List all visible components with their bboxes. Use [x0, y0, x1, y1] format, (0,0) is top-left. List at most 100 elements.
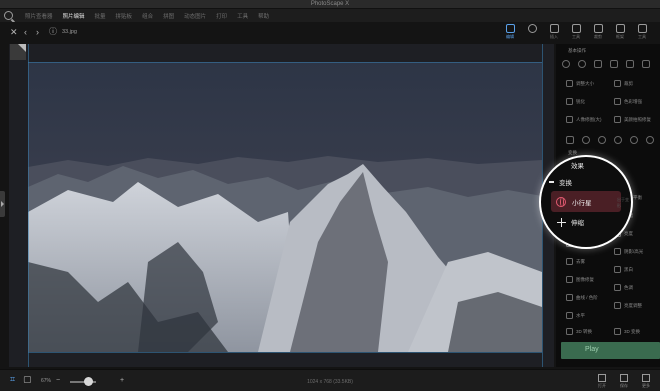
collapse-icon: [549, 181, 554, 183]
portrait-icon: [566, 116, 573, 123]
bw-icon: [614, 266, 621, 273]
panel-section-basic: 基本操作: [568, 48, 586, 53]
info-icon[interactable]: ⓘ: [49, 27, 57, 37]
level-icon: [566, 312, 573, 319]
nav-toolbar: ✕ ‹ › ⓘ 33.jpg: [0, 22, 560, 42]
move-arrows-icon: [557, 217, 566, 227]
tab-editor[interactable]: 照片编辑: [58, 12, 90, 20]
insert-icon: [549, 24, 559, 33]
brightness-adjust-button[interactable]: 亮度调整: [614, 302, 642, 309]
forward-icon[interactable]: ›: [36, 27, 39, 37]
open-button[interactable]: 打开: [592, 374, 612, 389]
tab-help[interactable]: 帮助: [253, 12, 274, 20]
back-icon[interactable]: ‹: [24, 27, 27, 37]
portrait-button[interactable]: 人像修图(大): [566, 116, 602, 123]
filename: 33.jpg: [62, 29, 77, 35]
play-button[interactable]: Play: [561, 342, 660, 359]
tab-gif[interactable]: 动态图片: [179, 12, 211, 20]
mode-tabs: 照片查看器 照片编辑 批量 拼贴板 组合 拼图 动态图片 打印 工具 帮助: [20, 12, 274, 20]
mirror-icon[interactable]: [610, 60, 618, 68]
guide-line-left: [28, 44, 29, 367]
tools-tool[interactable]: 工具: [566, 24, 586, 40]
frame-icon: [615, 24, 625, 33]
rotate-left-icon[interactable]: [562, 60, 570, 68]
crop-tool[interactable]: 裁剪: [588, 24, 608, 40]
beauty-button[interactable]: 美颜拍照修复: [614, 116, 651, 123]
edit-tool[interactable]: 编辑: [500, 24, 520, 40]
sharpen-button[interactable]: 锐化: [566, 98, 585, 105]
tab-print[interactable]: 打印: [211, 12, 232, 20]
filter-icon-4[interactable]: [614, 136, 622, 144]
pen-tool[interactable]: 工具: [632, 24, 652, 40]
app-title: PhotoScape X: [310, 1, 350, 7]
level-button[interactable]: 水平: [566, 312, 585, 319]
save-icon: [620, 374, 628, 382]
resize-button[interactable]: 调整大小: [566, 80, 594, 87]
left-collapse-handle[interactable]: [0, 191, 5, 217]
sharpen-icon: [566, 98, 573, 105]
brightness-adjust-icon: [614, 302, 621, 309]
shadow-highlight-button[interactable]: 阴影/高光: [614, 248, 643, 255]
beauty-icon: [614, 116, 621, 123]
image-dimensions: 1024 x 768 (33.5KB): [307, 379, 353, 385]
bw-button[interactable]: 黑白: [614, 266, 633, 273]
crop-button[interactable]: 裁剪: [614, 80, 633, 87]
more-button[interactable]: 更多: [636, 374, 656, 389]
tab-viewer[interactable]: 照片查看器: [20, 12, 58, 20]
frame-tool[interactable]: 框架: [610, 24, 630, 40]
search-logo-icon[interactable]: [4, 11, 13, 20]
tab-tools[interactable]: 工具: [232, 12, 253, 20]
title-bar: PhotoScape X: [0, 0, 660, 9]
3d-convert-icon: [566, 328, 573, 335]
tiny-planet-button[interactable]: 小行星: [551, 191, 621, 212]
edit-toolbar: 编辑 插入 工具 裁剪 框架 工具: [500, 22, 660, 44]
compare-badge-icon[interactable]: [10, 44, 26, 60]
tab-combine[interactable]: 组合: [137, 12, 158, 20]
tab-collage[interactable]: 拼图: [158, 12, 179, 20]
curves-button[interactable]: 曲线 / 色阶: [566, 294, 598, 301]
tab-pages[interactable]: 拼贴板: [111, 12, 138, 20]
resize-icon: [566, 80, 573, 87]
guide-line-top: [28, 62, 542, 63]
filter-icon-1[interactable]: [566, 136, 574, 144]
straighten-icon[interactable]: [626, 60, 634, 68]
flip-icon[interactable]: [594, 60, 602, 68]
3d-convert-button[interactable]: 3D 转换: [566, 328, 592, 335]
photo-image[interactable]: [28, 62, 542, 352]
repair-icon: [566, 276, 573, 283]
pencil-icon: [505, 24, 515, 33]
tab-batch[interactable]: 批量: [90, 12, 111, 20]
more-icon: [642, 374, 650, 382]
stretch-button[interactable]: 伸缩: [557, 217, 584, 227]
spotlight-effects-label: 效果: [571, 163, 584, 170]
spotlight-side-text: 出于变形: [617, 197, 629, 208]
close-icon[interactable]: ✕: [10, 27, 18, 37]
color-enhance-button[interactable]: 色彩增强: [614, 98, 642, 105]
insert-tool[interactable]: 插入: [544, 24, 564, 40]
save-button[interactable]: 保存: [614, 374, 634, 389]
tools-icon: [571, 24, 581, 33]
tone-icon: [614, 284, 621, 291]
color-enhance-icon: [614, 98, 621, 105]
filter-icon-5[interactable]: [630, 136, 638, 144]
pen-icon: [637, 24, 647, 33]
shadow-highlight-icon: [614, 248, 621, 255]
menu-bar: 照片查看器 照片编辑 批量 拼贴板 组合 拼图 动态图片 打印 工具 帮助: [0, 9, 660, 22]
3d-transform-icon: [614, 328, 621, 335]
transform-section-header[interactable]: 变换: [549, 177, 572, 187]
bottom-bar: ⌗ ▢ 67% − + 1024 x 768 (33.5KB) 打开 保存 更多: [0, 369, 660, 391]
filter-icon-6[interactable]: [646, 136, 654, 144]
3d-transform-button[interactable]: 3D 变换: [614, 328, 640, 335]
circle-tool[interactable]: [522, 24, 542, 34]
tone-button[interactable]: 色调: [614, 284, 633, 291]
curves-icon: [566, 294, 573, 301]
crop-icon: [593, 24, 603, 33]
filter-icon-3[interactable]: [598, 136, 606, 144]
perspective-icon[interactable]: [642, 60, 650, 68]
spotlight-zoom: 效果 变换 小行星 伸缩 出于变形: [539, 155, 633, 249]
filter-icon-2[interactable]: [582, 136, 590, 144]
rotate-right-icon[interactable]: [578, 60, 586, 68]
dehaze-button[interactable]: 去雾: [566, 258, 585, 265]
dehaze-icon: [566, 258, 573, 265]
repair-button[interactable]: 图像修复: [566, 276, 594, 283]
